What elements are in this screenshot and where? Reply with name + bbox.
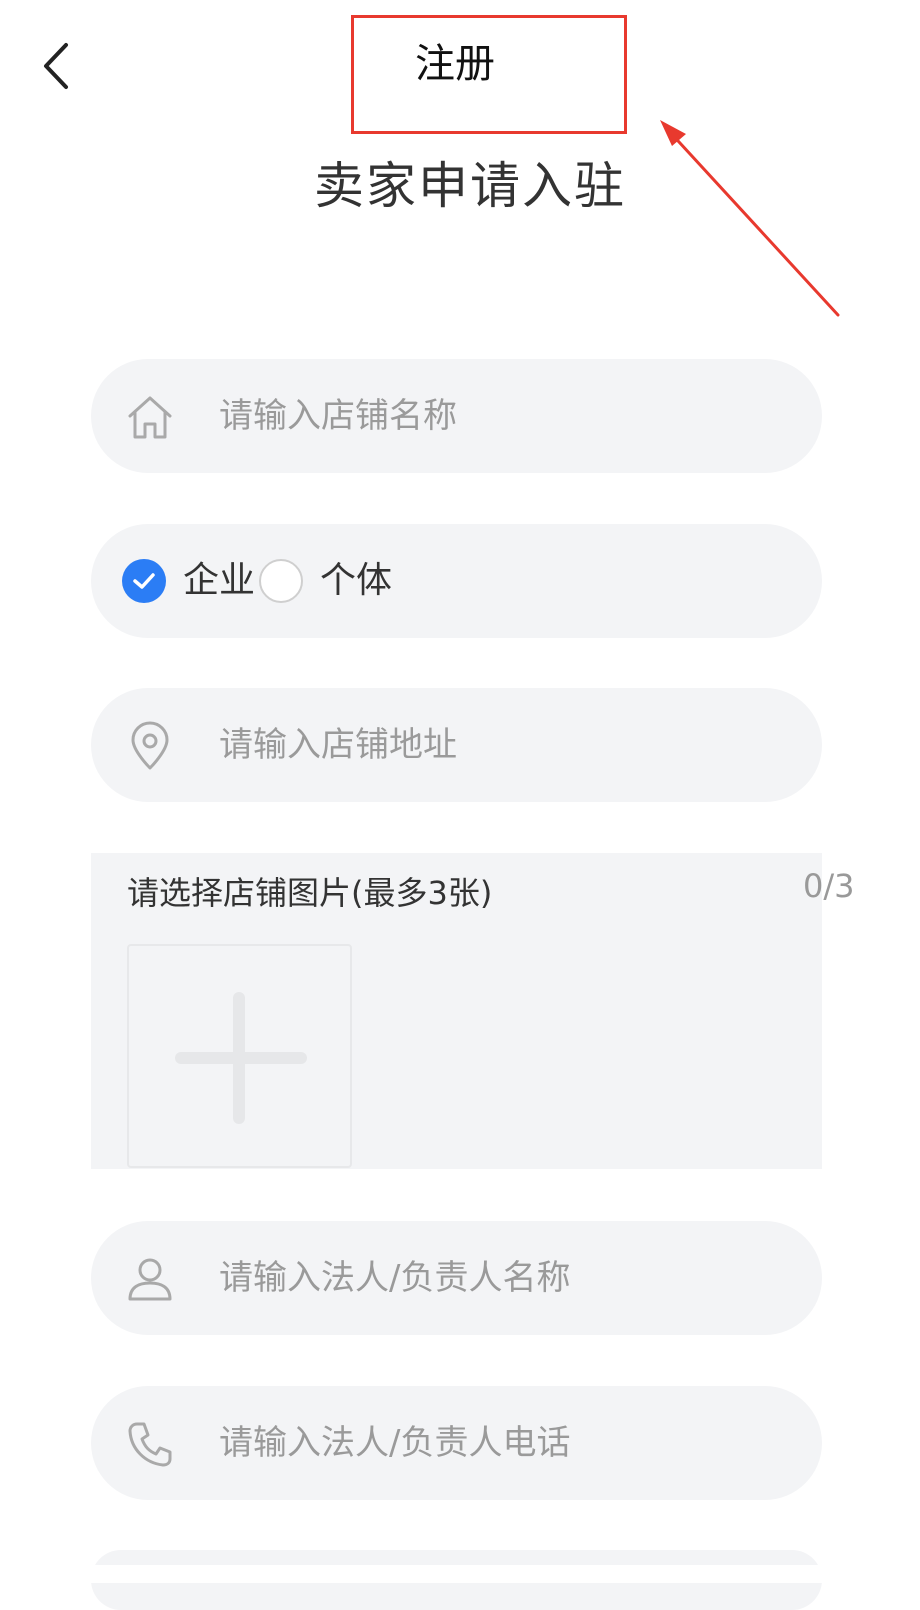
entity-type-field: 企业 个体 [91,524,822,638]
radio-individual[interactable] [259,559,303,603]
store-name-input[interactable] [219,359,779,473]
legal-person-name-field [91,1221,822,1335]
back-button[interactable] [30,36,80,96]
bottom-edge [0,1565,920,1583]
annotation-highlight-box [351,15,627,134]
image-count: 0/3 [803,867,855,905]
store-images-label: 请选择店铺图片(最多3张) [127,874,493,912]
checkmark-icon [133,573,155,589]
radio-individual-label[interactable]: 个体 [320,552,392,610]
store-name-field [91,359,822,473]
legal-person-name-input[interactable] [219,1221,779,1335]
page-title: 卖家申请入驻 [314,157,626,215]
chevron-left-icon [44,43,68,89]
legal-person-phone-field [91,1386,822,1500]
plus-icon [175,992,307,1124]
location-pin-icon [131,721,169,770]
store-address-input[interactable] [219,688,779,802]
store-images-section: 请选择店铺图片(最多3张) [91,853,822,1169]
phone-icon [128,1422,172,1467]
store-address-field [91,688,822,802]
home-icon [128,396,172,439]
radio-enterprise[interactable] [122,559,166,603]
user-icon [128,1258,172,1301]
radio-enterprise-label[interactable]: 企业 [183,552,255,610]
add-image-button[interactable] [127,944,352,1168]
legal-person-phone-input[interactable] [219,1386,779,1500]
